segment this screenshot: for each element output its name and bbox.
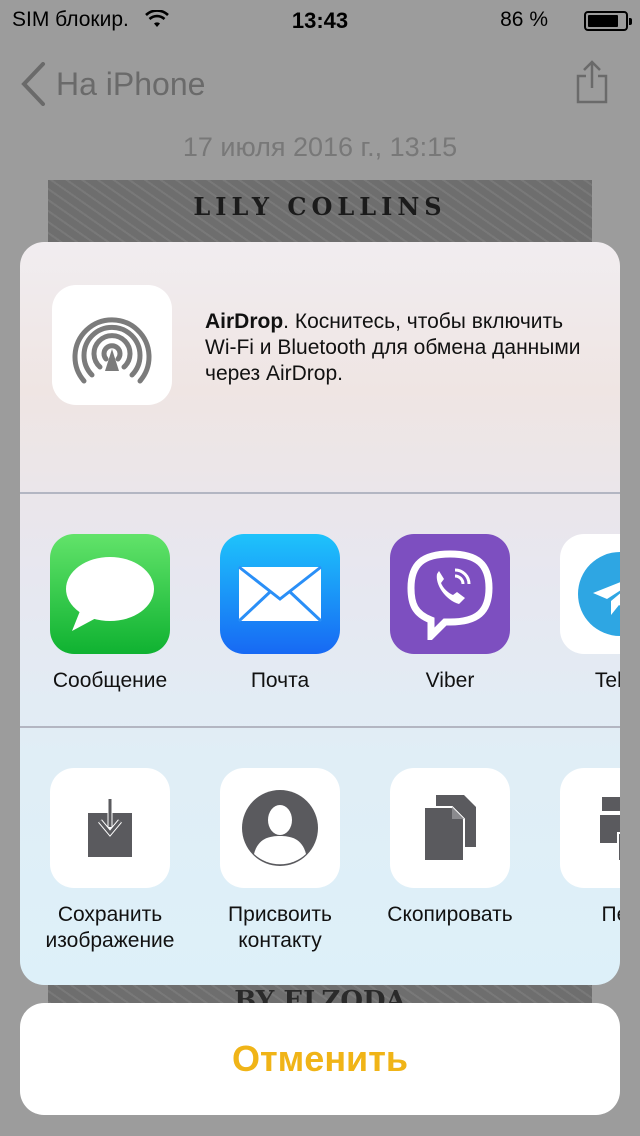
back-label: На iPhone — [56, 65, 206, 102]
action-copy[interactable]: Скопировать — [387, 768, 513, 928]
viber-icon — [390, 534, 510, 654]
chevron-left-icon — [21, 62, 45, 106]
action-print[interactable]: Печ — [560, 768, 620, 928]
action-label: Присвоить контакту — [228, 903, 332, 952]
airdrop-title: AirDrop — [205, 310, 284, 333]
share-app-label: Viber — [425, 669, 475, 692]
share-icon[interactable] — [576, 60, 608, 104]
action-save-image[interactable]: Сохранить изображение — [46, 768, 174, 954]
messages-icon — [50, 534, 170, 654]
copy-icon — [390, 768, 510, 888]
airdrop-row[interactable]: AirDrop. Коснитесь, чтобы включить Wi-Fi… — [20, 242, 620, 492]
action-label: Печ — [601, 903, 620, 926]
share-app-label: Сообщение — [52, 669, 168, 692]
airdrop-icon[interactable] — [52, 285, 172, 405]
telegram-icon — [560, 534, 620, 654]
photo-date: 17 июля 2016 г., 13:15 — [182, 132, 458, 162]
back-button[interactable]: На iPhone — [20, 62, 205, 106]
assign-contact-icon — [220, 768, 340, 888]
share-app-label: Teleg — [594, 669, 620, 692]
print-icon — [560, 768, 620, 888]
action-assign-contact[interactable]: Присвоить контакту — [220, 768, 340, 954]
action-label: Сохранить изображение — [45, 903, 175, 952]
share-app-label: Почта — [250, 669, 310, 692]
battery-percent: 86 % — [500, 8, 548, 31]
status-bar: SIM блокир. 13:43 86 % — [0, 0, 640, 40]
airdrop-rings-graphic — [72, 317, 152, 384]
battery-icon — [584, 11, 632, 31]
share-app-telegram[interactable]: Teleg — [560, 534, 620, 694]
mail-icon — [220, 534, 340, 654]
share-sheet: AirDrop. Коснитесь, чтобы включить Wi-Fi… — [20, 242, 620, 985]
photo-title-text: LILY COLLINS — [193, 192, 447, 221]
actions-row: Сохранить изображение Присвоить контакту… — [20, 728, 620, 985]
save-image-icon — [50, 768, 170, 888]
cancel-button[interactable]: Отменить — [20, 1003, 620, 1115]
apps-row: Сообщение Почта Viber Teleg — [20, 494, 620, 726]
airdrop-description: AirDrop. Коснитесь, чтобы включить Wi-Fi… — [205, 309, 595, 387]
action-label: Скопировать — [387, 903, 513, 926]
share-app-messages[interactable]: Сообщение — [50, 534, 170, 694]
share-app-mail[interactable]: Почта — [220, 534, 340, 694]
share-app-viber[interactable]: Viber — [390, 534, 510, 694]
nav-bar: На iPhone — [0, 40, 640, 128]
